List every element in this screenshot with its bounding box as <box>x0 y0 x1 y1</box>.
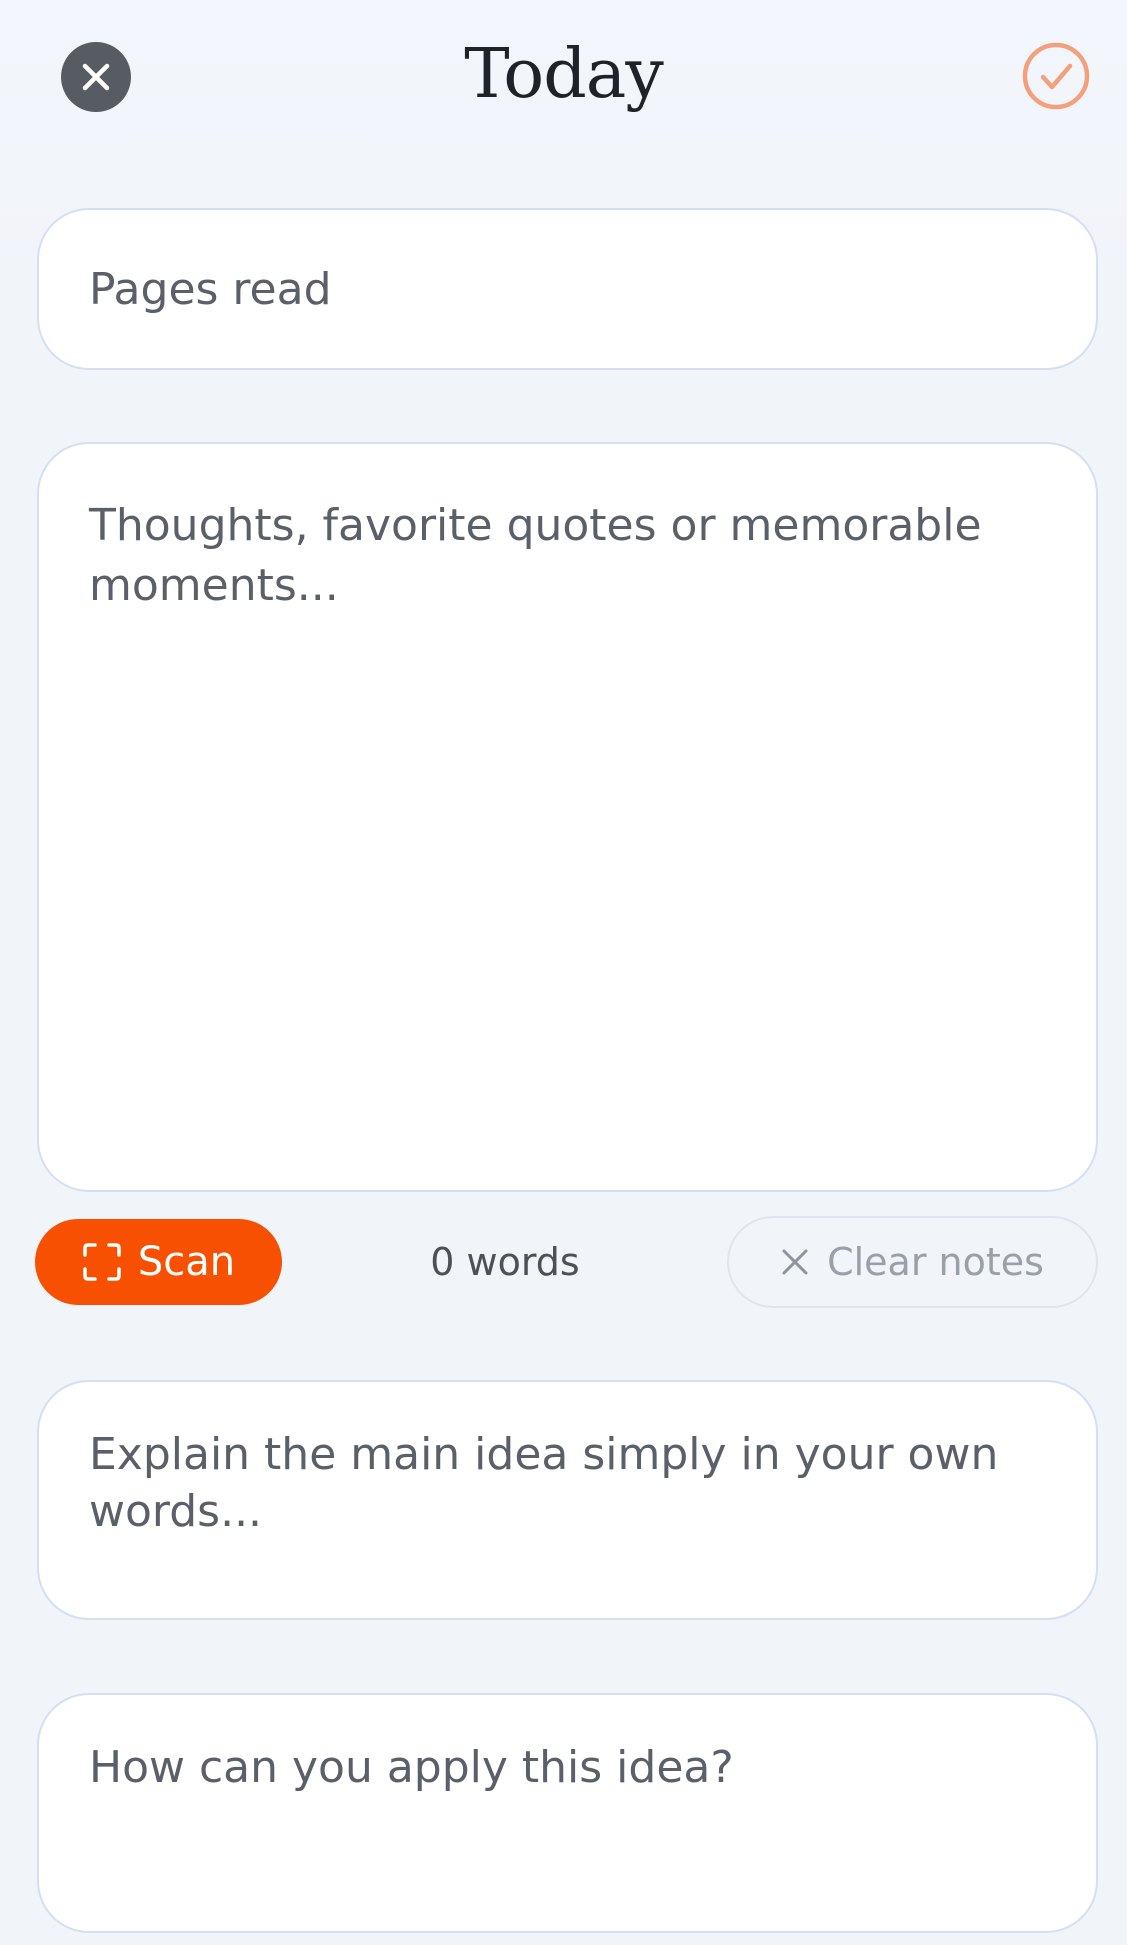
word-count: 0 words <box>430 1240 580 1284</box>
done-button[interactable] <box>1020 40 1092 112</box>
scan-label: Scan <box>137 1239 236 1285</box>
scan-frame-icon <box>83 1243 121 1281</box>
notes-textarea[interactable] <box>39 444 1096 1190</box>
clear-notes-button[interactable]: Clear notes <box>727 1216 1098 1308</box>
explain-textarea[interactable] <box>39 1382 1096 1618</box>
pages-read-input[interactable] <box>39 210 1096 368</box>
x-icon <box>782 1249 808 1275</box>
scan-button[interactable]: Scan <box>35 1219 282 1305</box>
checkmark-circle-icon <box>1022 42 1090 110</box>
explain-field <box>37 1380 1098 1620</box>
notes-field <box>37 442 1098 1192</box>
header-bar: Today <box>0 0 1127 160</box>
pages-read-field <box>37 208 1098 370</box>
apply-field <box>37 1693 1098 1933</box>
apply-textarea[interactable] <box>39 1695 1096 1931</box>
clear-notes-label: Clear notes <box>827 1240 1044 1284</box>
page-title: Today <box>464 35 664 114</box>
